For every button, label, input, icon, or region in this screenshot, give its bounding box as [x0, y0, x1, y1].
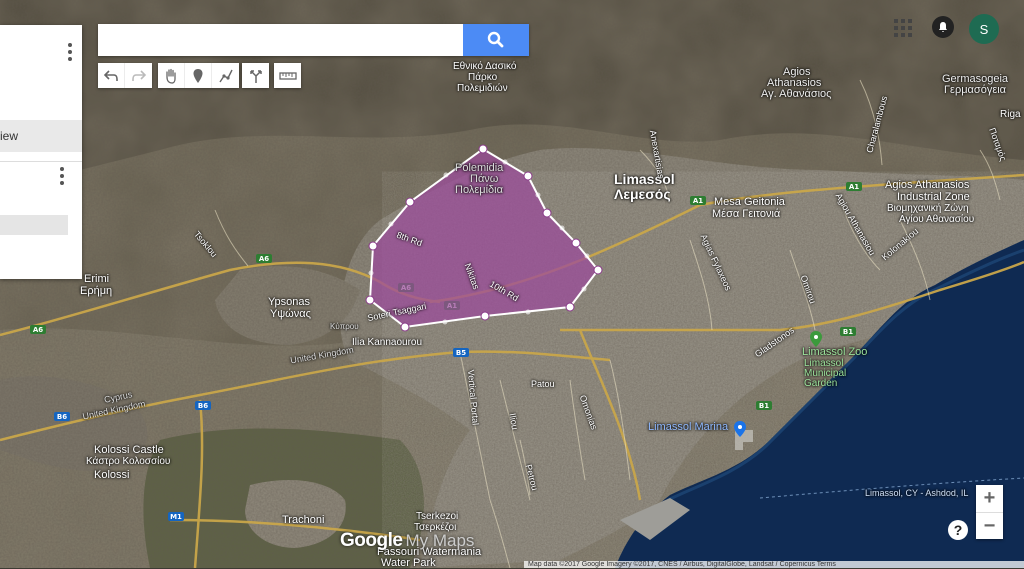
label-erimi: Erimi — [84, 273, 110, 285]
google-logo-text: Google — [340, 530, 403, 551]
vertex[interactable] — [405, 197, 415, 207]
label-industrial-3: Βιομηχανική Ζώνη — [887, 203, 969, 214]
label-polemidion: Πολεμιδιών — [457, 83, 508, 94]
search-input[interactable] — [98, 24, 454, 56]
google-my-maps-logo: Google My Maps — [340, 530, 474, 552]
shield-a1-3: A1 — [849, 183, 859, 191]
draw-line-icon — [218, 69, 233, 82]
shield-b6-2: B6 — [57, 413, 67, 421]
vertex[interactable] — [523, 171, 533, 181]
draw-toolbar — [158, 63, 239, 88]
label-ferry: Limassol, CY - Ashdod, IL — [865, 488, 969, 498]
hand-icon — [166, 68, 176, 84]
layer-options-icon[interactable] — [60, 167, 64, 188]
redo-button[interactable] — [125, 63, 152, 88]
label-mesa-geitonia-gr: Μέσα Γειτονιά — [712, 208, 781, 220]
shield-b1-1: B1 — [843, 328, 853, 336]
shield-a6-2: A6 — [33, 326, 43, 334]
label-marina: Limassol Marina — [648, 421, 729, 433]
label-tserkezoi: Tserkezoi — [416, 511, 459, 522]
shield-a6-1: A6 — [259, 255, 269, 263]
notifications-button[interactable] — [932, 16, 954, 38]
add-marker-button[interactable] — [185, 63, 212, 88]
shield-b5: B5 — [456, 349, 466, 357]
label-ag-athanasios: Αγ. Αθανάσιος — [761, 88, 832, 100]
label-mesa-geitonia: Mesa Geitonia — [714, 196, 785, 208]
vertex[interactable] — [542, 208, 552, 218]
directions-icon — [249, 69, 262, 83]
label-kolossi: Kolossi — [94, 469, 130, 481]
label-ypsonas-gr: Υψώνας — [270, 308, 311, 320]
measure-toolbar — [274, 63, 301, 88]
shield-b1-2: B1 — [759, 402, 769, 410]
label-ethniko: Εθνικό Δασικό — [453, 61, 517, 72]
vertex[interactable] — [565, 302, 575, 312]
attribution-bar: Map data ©2017 Google Imagery ©2017, CNE… — [524, 561, 1024, 568]
label-industrial-4: Αγίου Αθανασίου — [899, 214, 975, 225]
label-germasogeia-gr: Γερμασόγεια — [944, 84, 1007, 96]
shield-b6-1: B6 — [198, 402, 208, 410]
label-industrial-2: Industrial Zone — [897, 191, 970, 203]
base-map-row[interactable]: iew — [0, 120, 82, 152]
label-municipal-3: Garden — [804, 378, 838, 389]
undo-button[interactable] — [98, 63, 125, 88]
label-fassouri-2: Water Park — [381, 557, 436, 569]
label-patou: Patou — [531, 379, 555, 389]
ruler-icon — [278, 71, 297, 80]
label-lemesos: Λεμεσός — [614, 186, 671, 202]
history-toolbar — [98, 63, 152, 88]
zoom-out-button[interactable]: − — [976, 513, 1003, 540]
label-limassol-zoo: Limassol Zoo — [802, 346, 868, 358]
zoom-control: + − — [976, 485, 1003, 539]
label-kolossi-castle-gr: Κάστρο Κολοσσίου — [86, 456, 171, 467]
search-button[interactable] — [463, 24, 529, 56]
vertex[interactable] — [571, 238, 581, 248]
vertex[interactable] — [593, 265, 603, 275]
label-kolossi-castle: Kolossi Castle — [94, 444, 164, 456]
label-ypsonas: Ypsonas — [268, 296, 310, 308]
zoom-in-button[interactable]: + — [976, 485, 1003, 512]
layers-panel: iew — [0, 25, 82, 279]
measure-button[interactable] — [274, 63, 301, 88]
label-erimi-gr: Ερήμη — [80, 285, 113, 297]
directions-button[interactable] — [242, 63, 269, 88]
bell-icon — [939, 22, 947, 32]
undo-icon — [103, 69, 118, 81]
vertex[interactable] — [365, 295, 375, 305]
vertex[interactable] — [400, 322, 410, 332]
redo-icon — [131, 69, 146, 81]
more-options-icon[interactable] — [68, 43, 72, 64]
shield-a1-2: A1 — [693, 197, 703, 205]
marker-icon — [193, 68, 203, 83]
shield-m1: M1 — [170, 513, 182, 521]
label-trachoni: Trachoni — [282, 514, 325, 526]
search-box — [98, 24, 529, 56]
label-iliou: Iliou — [507, 412, 521, 431]
my-maps-logo-text: My Maps — [405, 531, 475, 550]
satellite-map[interactable]: A6 A6 A6 A1 A1 A1 B1 B1 B5 B6 B6 M1 — [0, 0, 1024, 568]
account-avatar[interactable]: S — [969, 14, 999, 44]
label-kyprou: Κύπρου — [330, 322, 359, 331]
draw-line-button[interactable] — [212, 63, 239, 88]
label-kannaourou: Ilia Kannaourou — [352, 337, 423, 348]
vertex[interactable] — [368, 241, 378, 251]
vertex[interactable] — [478, 144, 488, 154]
vertex[interactable] — [480, 311, 490, 321]
apps-grid-icon[interactable] — [894, 19, 912, 37]
layer-item[interactable] — [0, 215, 68, 235]
label-industrial-1: Agios Athanasios — [885, 179, 970, 191]
search-icon — [487, 31, 504, 48]
label-parko: Πάρκο — [468, 72, 498, 83]
directions-toolbar — [242, 63, 269, 88]
label-riga: Riga — [1000, 109, 1021, 120]
label-pano-3: Πολεμίδια — [455, 184, 503, 196]
view-label: iew — [0, 129, 19, 143]
divider — [0, 161, 82, 162]
help-button[interactable]: ? — [948, 520, 968, 540]
pan-button[interactable] — [158, 63, 185, 88]
